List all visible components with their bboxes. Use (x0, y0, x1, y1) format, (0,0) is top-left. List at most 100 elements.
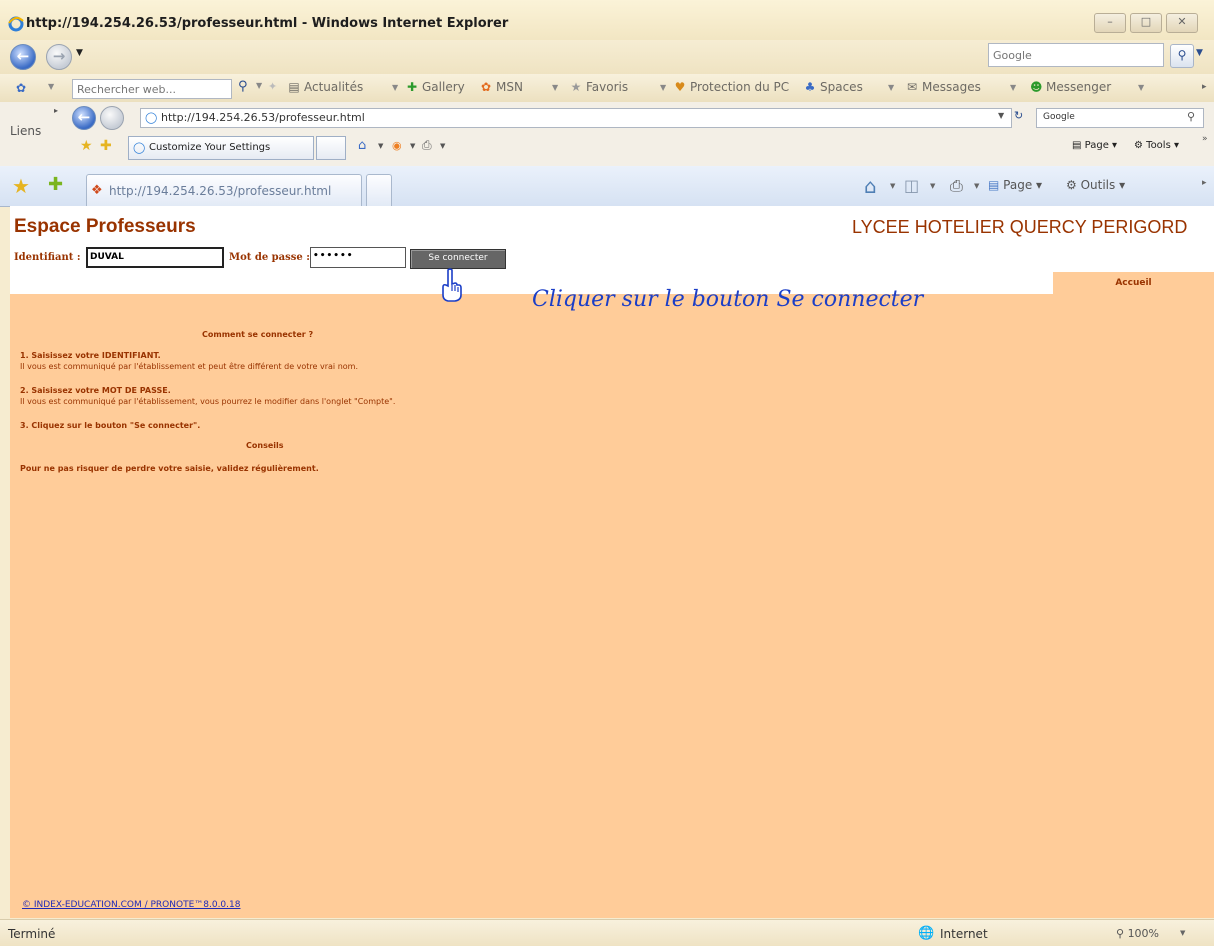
step1-text: Il vous est communiqué par l'établisseme… (20, 362, 358, 371)
toolbar-item-messenger[interactable]: ☻ Messenger (1030, 80, 1111, 94)
newspaper-icon: ▤ (288, 80, 300, 94)
inner-search-text: Google (1043, 112, 1075, 122)
spaces-dropdown-icon[interactable]: ▼ (888, 83, 894, 92)
close-button[interactable]: ✕ (1166, 13, 1198, 33)
actualites-dropdown-icon[interactable]: ▼ (392, 83, 398, 92)
toolbar-item-protection[interactable]: ♥ Protection du PC (674, 80, 790, 94)
home-dropdown-icon[interactable]: ▼ (890, 182, 895, 190)
zoom-dropdown-icon[interactable]: ▼ (1180, 929, 1185, 937)
minimize-button[interactable]: – (1094, 13, 1126, 33)
links-expand-icon[interactable]: ▸ (54, 106, 58, 115)
inner-back-arrow-icon: ← (77, 108, 91, 126)
status-text: Terminé (8, 927, 56, 941)
star-icon: ★ (570, 80, 582, 94)
shield-icon: ♥ (674, 80, 686, 94)
maximize-button[interactable]: □ (1130, 13, 1162, 33)
search-button[interactable]: ⚲ (1170, 44, 1194, 68)
favorites-center-icon[interactable]: ★ (12, 174, 30, 198)
gallery-plus-icon: ✚ (406, 80, 418, 94)
inner-search-box[interactable]: Google ⚲ (1036, 108, 1204, 128)
page-menu[interactable]: ▤ Page ▾ (988, 178, 1042, 192)
inner-browser-chrome: Liens ▸ ← ◯ http://194.254.26.53/profess… (0, 102, 1214, 166)
accueil-tab[interactable]: Accueil (1053, 272, 1214, 294)
toolbar-item-actualites[interactable]: ▤ Actualités (288, 80, 363, 94)
inner-print-dropdown-icon[interactable]: ▼ (440, 142, 445, 150)
tab-page-icon: ❖ (91, 183, 103, 198)
inner-rss-dropdown-icon[interactable]: ▼ (410, 142, 415, 150)
toolbar-separator-icon: ✦ (268, 80, 278, 93)
toolbar-item-gallery[interactable]: ✚ Gallery (406, 80, 465, 94)
back-button[interactable]: ← (10, 44, 36, 70)
password-input[interactable]: •••••• (310, 247, 406, 268)
inner-address-bar[interactable]: ◯ http://194.254.26.53/professeur.html (140, 108, 1012, 128)
tab-professeur[interactable]: ❖ http://194.254.26.53/professeur.html (86, 174, 362, 206)
msn-search-dropdown-icon[interactable]: ▼ (256, 81, 262, 90)
inner-new-tab-button[interactable] (316, 136, 346, 160)
msn-butterfly-icon[interactable]: ✿ (16, 81, 26, 95)
msn-menu-dropdown-icon[interactable]: ▼ (552, 83, 558, 92)
toolbar-item-favoris[interactable]: ★ Favoris (570, 80, 629, 94)
inner-page-icon: ◯ (145, 111, 158, 124)
internet-zone-icon: 🌐 (918, 926, 935, 941)
outils-menu[interactable]: ⚙ Outils ▾ (1066, 178, 1125, 192)
connect-button[interactable]: Se connecter (410, 249, 506, 269)
search-input[interactable] (988, 43, 1164, 67)
inner-gear-icon: ⚙ (1134, 140, 1147, 151)
inner-tools-menu[interactable]: ⚙ Tools ▾ (1134, 140, 1179, 151)
tabbar-overflow-icon[interactable]: ▸ (1202, 178, 1207, 188)
footer-copyright-link[interactable]: © INDEX-EDUCATION.COM / PRONOTE™8.0.0.18 (22, 900, 240, 910)
inner-address-dropdown-icon[interactable]: ▼ (998, 111, 1004, 120)
favoris-dropdown-icon[interactable]: ▼ (660, 83, 666, 92)
identifiant-label: Identifiant : (14, 252, 81, 263)
inner-add-favorite-icon[interactable]: ✚ (100, 138, 112, 154)
forward-button[interactable]: → (46, 44, 72, 70)
inner-refresh-icon[interactable]: ↻ (1014, 109, 1023, 122)
search-icon: ⚲ (1177, 48, 1187, 62)
print-icon[interactable]: ⎙ (950, 176, 963, 196)
step2-text: Il vous est communiqué par l'établisseme… (20, 397, 396, 406)
status-bar: Terminé 🌐 Internet ⚲ 100% ▼ (0, 919, 1214, 946)
msn-search-icon[interactable]: ⚲ (238, 79, 248, 94)
identifiant-input[interactable]: DUVAL (86, 247, 224, 268)
ie-logo-icon (8, 16, 24, 32)
toolbar-item-spaces[interactable]: ♣ Spaces (804, 80, 863, 94)
zoom-icon: ⚲ (1116, 927, 1128, 940)
msn-search-input[interactable] (72, 79, 232, 99)
rss-dropdown-icon[interactable]: ▼ (930, 182, 935, 190)
search-options-icon[interactable]: ▼ (1196, 48, 1203, 58)
print-dropdown-icon[interactable]: ▼ (974, 182, 979, 190)
messenger-dropdown-icon[interactable]: ▼ (1138, 83, 1144, 92)
forward-arrow-icon: → (52, 47, 66, 65)
inner-forward-button[interactable] (100, 106, 124, 130)
inner-back-button[interactable]: ← (72, 106, 96, 130)
history-dropdown-icon[interactable]: ▼ (76, 48, 83, 58)
annotation-text: Cliquer sur le bouton Se connecter (532, 287, 924, 312)
add-favorites-icon[interactable]: ✚ (48, 174, 63, 195)
toolbar-item-messages[interactable]: ✉ Messages (906, 80, 981, 94)
msn-dropdown-icon[interactable]: ▼ (48, 82, 54, 91)
navigation-bar: ← → ▼ ⚲ ▼ (0, 40, 1214, 74)
step1-title: 1. Saisissez votre IDENTIFIANT. (20, 351, 161, 360)
links-label: Liens (10, 124, 42, 138)
new-tab-button[interactable] (366, 174, 392, 206)
tab-bar: ★ ✚ ❖ http://194.254.26.53/professeur.ht… (0, 166, 1214, 207)
inner-home-icon[interactable]: ⌂ (358, 138, 366, 153)
rss-feed-icon[interactable]: ◫ (904, 176, 919, 195)
home-icon[interactable]: ⌂ (864, 174, 877, 198)
inner-tab-customize[interactable]: ◯ Customize Your Settings (128, 136, 314, 160)
inner-home-dropdown-icon[interactable]: ▼ (378, 142, 383, 150)
inner-overflow-icon[interactable]: » (1202, 134, 1208, 144)
window-title-bar: http://194.254.26.53/professeur.html - W… (0, 0, 1214, 40)
step3-title: 3. Cliquez sur le bouton "Se connecter". (20, 421, 201, 430)
inner-rss-icon[interactable]: ◉ (392, 139, 402, 152)
page-menu-icon: ▤ (988, 178, 1004, 192)
inner-favorites-star-icon[interactable]: ★ (80, 138, 93, 154)
toolbar-item-msn[interactable]: ✿ MSN (480, 80, 523, 94)
messages-dropdown-icon[interactable]: ▼ (1010, 83, 1016, 92)
toolbar-overflow-icon[interactable]: ▸ (1202, 82, 1207, 92)
zoom-level[interactable]: ⚲ 100% (1116, 927, 1159, 940)
inner-page-menu[interactable]: ▤ Page ▾ (1072, 140, 1117, 151)
inner-print-icon[interactable]: ⎙ (422, 138, 432, 153)
inner-page-menu-icon: ▤ (1072, 140, 1085, 151)
msn-toolbar: ✿ ▼ ⚲ ▼ ✦ ▤Actualités ▼ ✚Gallery ✿MSN ▼ … (0, 74, 1214, 102)
